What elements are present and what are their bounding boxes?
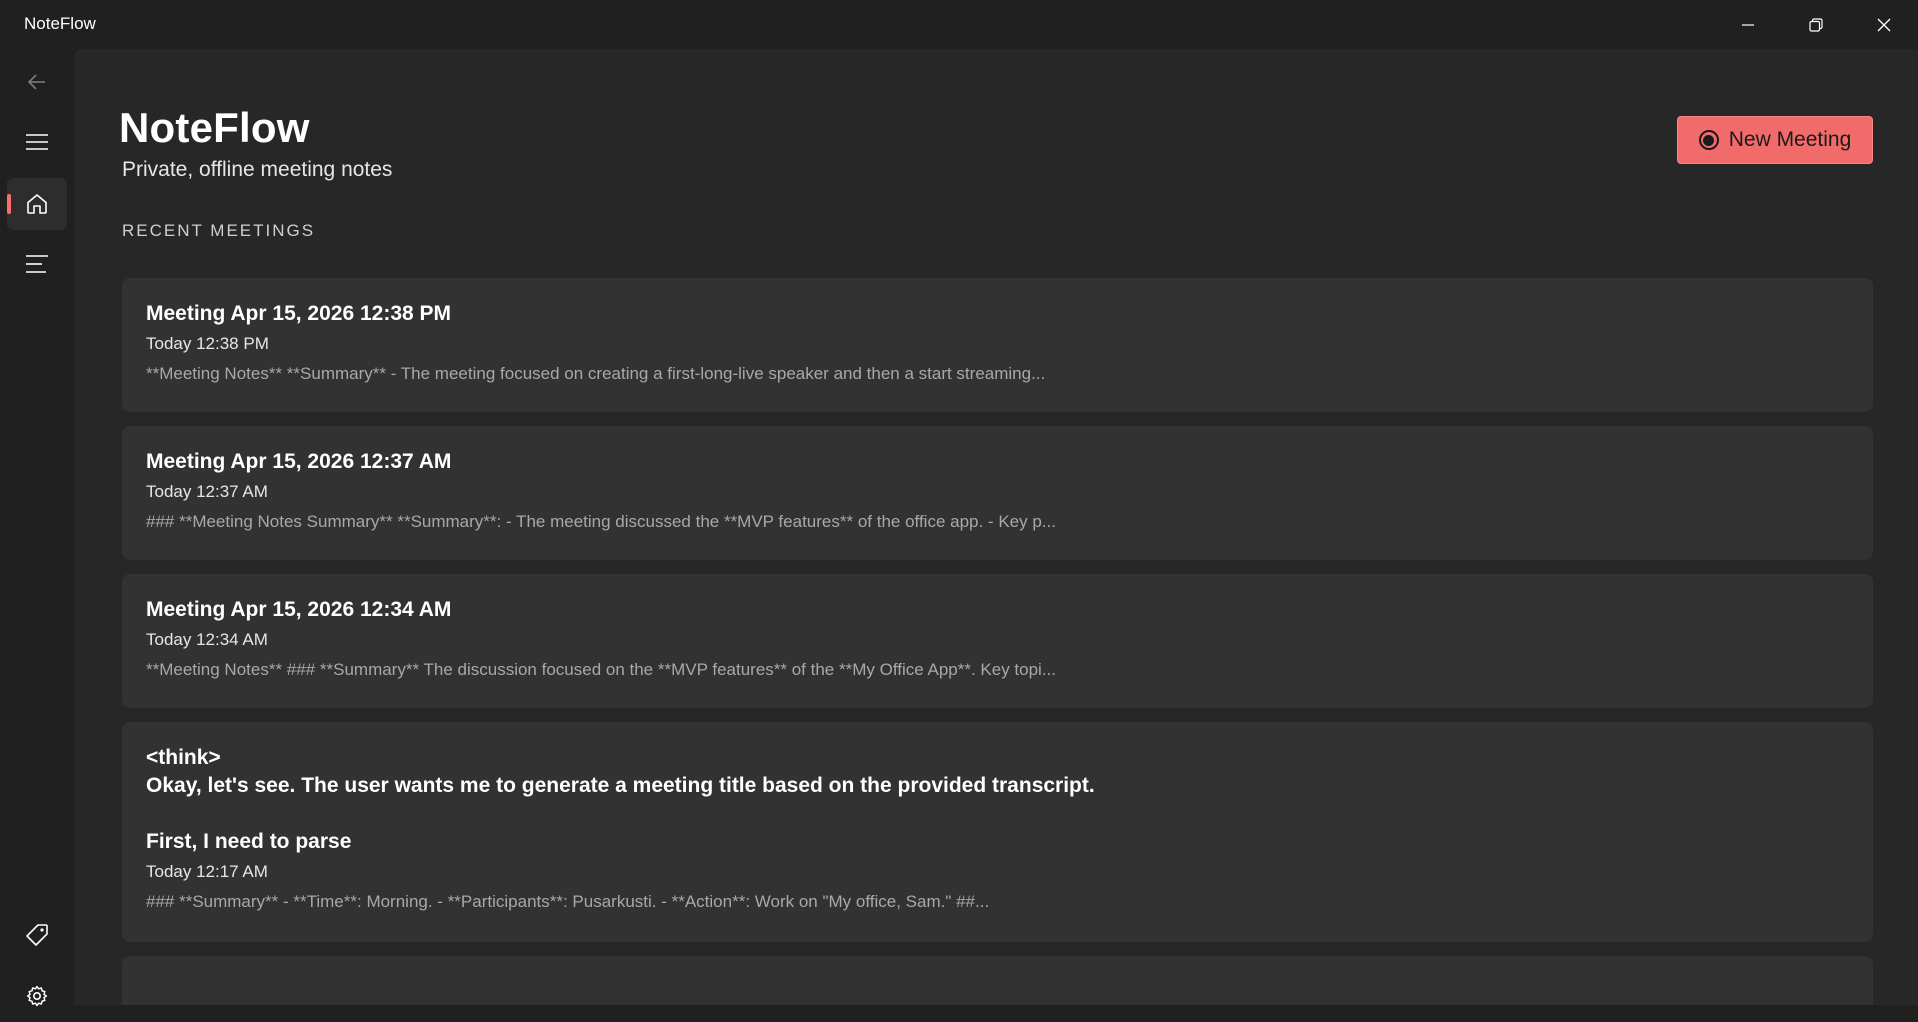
back-button[interactable] [7,56,67,108]
sidebar [0,49,74,1007]
meeting-title: Meeting Apr 15, 2026 12:38 PM [146,302,452,325]
meeting-time: Today 12:37 AM [146,482,268,501]
new-meeting-button[interactable]: New Meeting [1677,116,1873,164]
main-content: NoteFlow Private, offline meeting notes … [74,49,1918,1005]
minimize-icon [1742,23,1754,26]
meeting-title: <think> Okay, let's see. The user wants … [146,746,1095,853]
meeting-title: Meeting Apr 15, 2026 12:34 AM [146,598,452,621]
sidebar-item-home[interactable] [7,178,67,230]
meeting-preview: ### **Meeting Notes Summary** **Summary*… [146,512,1056,531]
section-header-recent: RECENT MEETINGS [122,221,316,240]
close-icon [1877,18,1891,31]
meeting-preview: **Meeting Notes** **Summary** - The meet… [146,364,1046,383]
sidebar-item-meetings[interactable] [7,238,67,290]
record-icon [1698,130,1719,150]
meeting-time: Today 12:17 AM [146,862,268,881]
back-arrow-icon [27,74,45,90]
close-button[interactable] [1850,0,1918,49]
home-icon [27,194,47,214]
tag-icon [26,924,48,946]
title-bar: NoteFlow [0,0,1918,49]
meeting-card[interactable]: Meeting Apr 15, 2026 12:38 PM Today 12:3… [122,278,1873,412]
meeting-card[interactable]: Meeting Apr 15, 2026 12:34 AM Today 12:3… [122,574,1873,708]
meeting-card[interactable]: <think> Okay, let's see. The user wants … [122,722,1873,942]
restore-button[interactable] [1782,0,1850,49]
meeting-preview: **Meeting Notes** ### **Summary** The di… [146,660,1056,679]
meeting-preview: ### **Summary** - **Time**: Morning. - *… [146,892,990,911]
active-indicator [7,194,11,214]
restore-icon [1809,17,1823,32]
list-icon [26,255,48,273]
minimize-button[interactable] [1714,0,1782,49]
meeting-time: Today 12:38 PM [146,334,269,353]
page-title: NoteFlow [119,104,310,151]
page-subtitle: Private, offline meeting notes [122,158,393,181]
sidebar-item-settings[interactable] [7,970,67,1022]
new-meeting-label: New Meeting [1728,128,1852,151]
gear-icon [26,985,48,1007]
menu-button[interactable] [7,116,67,168]
sidebar-item-tags[interactable] [7,909,67,961]
hamburger-icon [26,134,48,150]
meeting-card[interactable]: Meeting Apr 15, 2026 12:37 AM Today 12:3… [122,426,1873,560]
window-title: NoteFlow [24,14,96,33]
meeting-time: Today 12:34 AM [146,630,268,649]
meeting-card[interactable] [122,956,1873,1005]
meeting-title: Meeting Apr 15, 2026 12:37 AM [146,450,452,473]
